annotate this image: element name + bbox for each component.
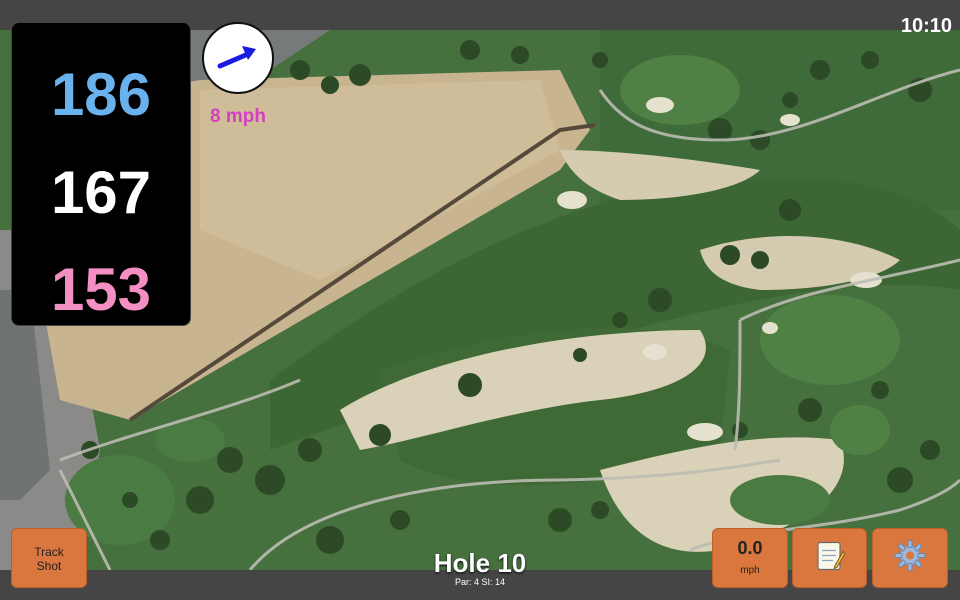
notepad-icon (815, 540, 845, 577)
hole-par-si: Par: 4 SI: 14 (454, 577, 506, 587)
track-shot-label: Track Shot (12, 545, 86, 573)
track-shot-line2: Shot (36, 559, 62, 573)
back-distance: 186 (50, 61, 152, 128)
gear-icon (893, 539, 927, 578)
wind-indicator (202, 22, 274, 94)
wind-arrow-icon (217, 46, 256, 69)
track-shot-button[interactable]: Track Shot (11, 528, 87, 588)
speed-value: 0.0 (737, 538, 763, 558)
wind-speed-label: 8 mph (210, 106, 266, 127)
settings-button[interactable] (872, 528, 948, 588)
speed-unit: mph (740, 565, 760, 576)
clock: 10:10 (900, 15, 952, 37)
notes-button[interactable] (792, 528, 867, 588)
distance-panel: 186 167 153 (11, 22, 191, 326)
track-shot-line1: Track (34, 545, 64, 559)
hole-title: Hole 10 (433, 548, 527, 578)
speed-button[interactable]: 0.0 mph (712, 528, 788, 588)
front-distance: 153 (50, 256, 152, 323)
center-distance: 167 (50, 159, 152, 226)
